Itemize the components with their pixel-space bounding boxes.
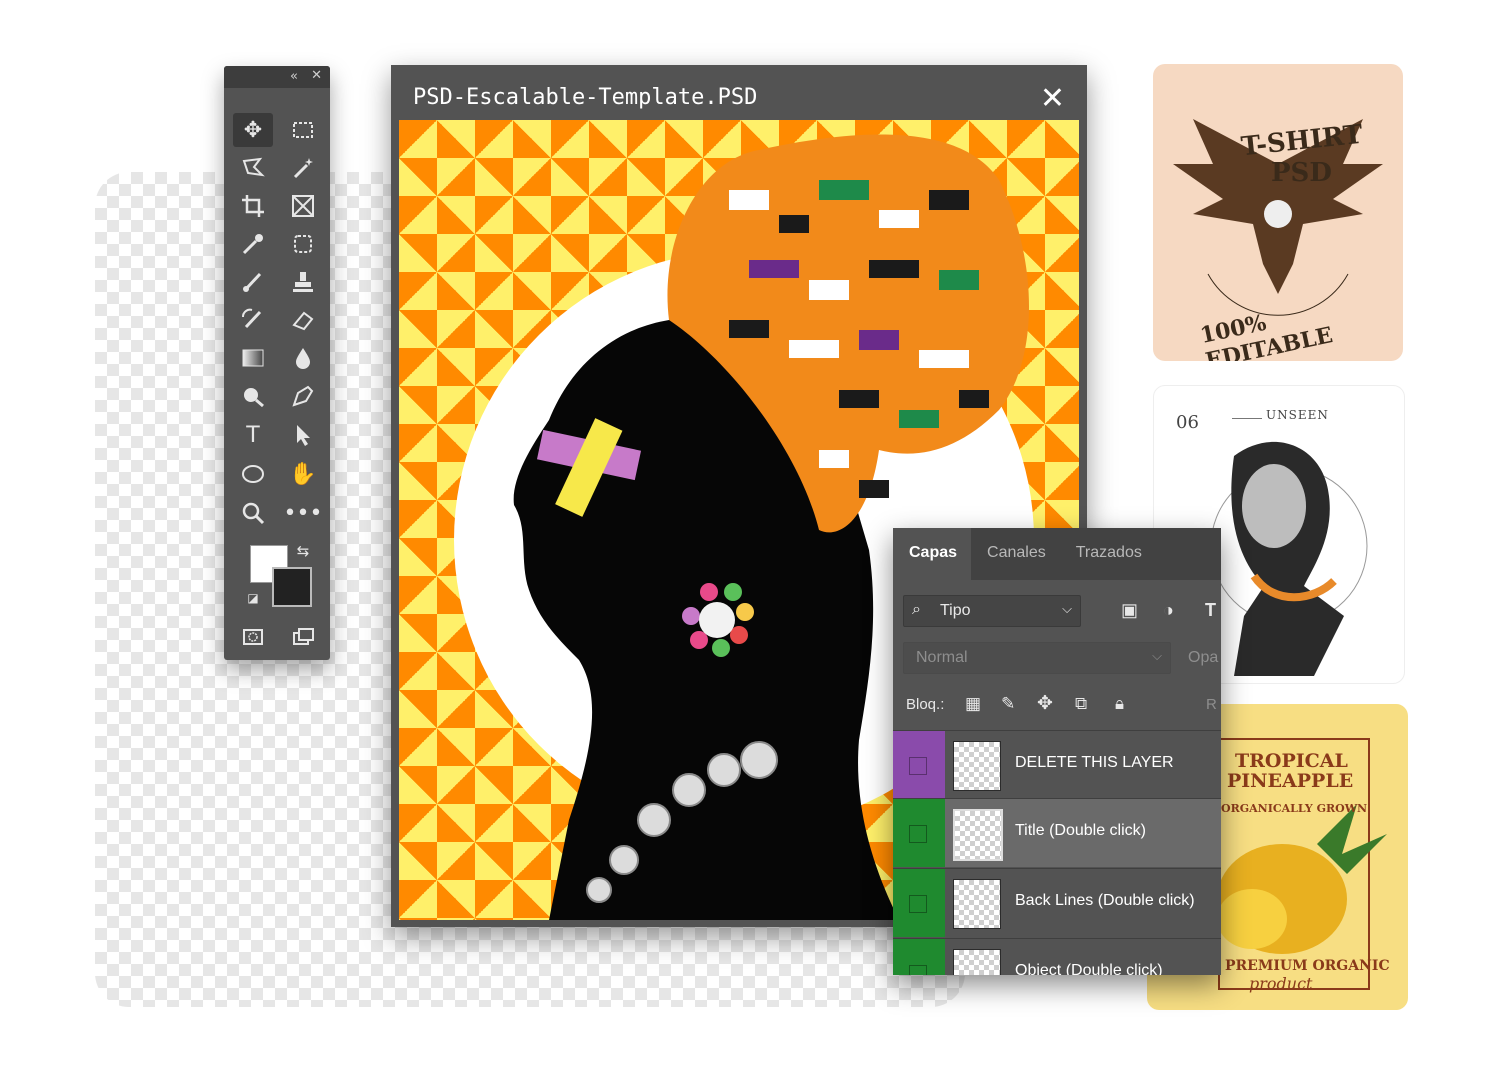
layer-row[interactable]: DELETE THIS LAYER — [893, 730, 1221, 799]
patch-tool-icon[interactable] — [283, 227, 323, 261]
search-icon: ⌕ — [912, 601, 921, 618]
magic-wand-tool-icon[interactable] — [283, 151, 323, 185]
filter-dropdown[interactable]: ⌕ Tipo ⌵ — [903, 595, 1081, 627]
tab-canales[interactable]: Canales — [971, 528, 1060, 580]
background-color-swatch[interactable] — [272, 567, 312, 607]
card-label: UNSEEN — [1266, 408, 1329, 422]
history-brush-tool-icon[interactable] — [233, 303, 273, 337]
layer-name: Object (Double click) — [1015, 962, 1163, 975]
layer-row[interactable]: Object (Double click) — [893, 938, 1221, 975]
blend-mode-value: Normal — [916, 649, 968, 666]
dodge-tool-icon[interactable] — [233, 379, 273, 413]
pineapple-footer: PREMIUM ORGANIC — [1225, 958, 1390, 974]
lasso-tool-icon[interactable] — [233, 151, 273, 185]
fill-label: R — [1206, 696, 1217, 713]
divider — [1232, 418, 1262, 419]
hand-tool-icon[interactable]: ✋ — [283, 457, 323, 491]
layer-name: Title (Double click) — [1015, 822, 1146, 839]
chevron-down-icon: ⌵ — [1152, 648, 1162, 663]
screen-mode-icon[interactable] — [283, 620, 323, 654]
layer-name: DELETE THIS LAYER — [1015, 754, 1174, 771]
close-icon[interactable]: ✕ — [1040, 81, 1065, 116]
tools-panel-header[interactable]: « ✕ — [224, 66, 330, 88]
chevron-down-icon: ⌵ — [1062, 601, 1072, 616]
layer-thumbnail — [953, 741, 1001, 791]
lock-paint-icon[interactable]: ✎ — [1001, 694, 1015, 714]
tshirt-subtitle: PSD — [1271, 158, 1332, 188]
pineapple-title-2: PINEAPPLE — [1227, 770, 1354, 792]
visibility-toggle[interactable] — [909, 757, 927, 775]
gradient-tool-icon[interactable] — [233, 341, 273, 375]
default-colors-icon[interactable]: ◪ — [238, 586, 268, 610]
blend-mode-dropdown[interactable]: Normal ⌵ — [903, 642, 1171, 674]
pen-tool-icon[interactable] — [283, 379, 323, 413]
brush-tool-icon[interactable] — [233, 265, 273, 299]
crop-tool-icon[interactable] — [233, 189, 273, 223]
filter-label: Tipo — [940, 602, 971, 619]
lock-position-icon[interactable]: ✥ — [1037, 692, 1053, 715]
path-selection-tool-icon[interactable] — [283, 418, 323, 452]
eraser-tool-icon[interactable] — [283, 303, 323, 337]
visibility-toggle[interactable] — [909, 965, 927, 975]
pineapple-footer-script: product — [1249, 974, 1313, 993]
layer-row-selected[interactable]: Title (Double click) — [893, 798, 1221, 867]
visibility-toggle[interactable] — [909, 825, 927, 843]
lock-label: Bloq.: — [906, 696, 945, 713]
layer-thumbnail — [953, 879, 1001, 929]
tab-trazados[interactable]: Trazados — [1060, 528, 1156, 580]
type-tool-icon[interactable]: T — [233, 418, 273, 452]
tab-capas[interactable]: Capas — [893, 528, 972, 580]
ellipse-tool-icon[interactable] — [233, 457, 273, 491]
layer-thumbnail — [953, 949, 1001, 975]
document-title: PSD-Escalable-Template.PSD — [413, 85, 758, 110]
marquee-tool-icon[interactable] — [283, 113, 323, 147]
layers-panel[interactable]: Capas Canales Trazados ⌕ Tipo ⌵ ▣ ◑ T No… — [893, 528, 1221, 975]
layer-row[interactable]: Back Lines (Double click) — [893, 868, 1221, 937]
opacity-label: Opa — [1188, 649, 1219, 666]
tshirt-template-card[interactable]: T-SHIRT PSD 100% EDITABLE — [1153, 64, 1403, 361]
close-icon[interactable]: ✕ — [311, 68, 322, 83]
stamp-tool-icon[interactable] — [283, 265, 323, 299]
image-filter-icon[interactable]: ▣ — [1121, 600, 1138, 621]
swap-colors-icon[interactable]: ⇆ — [285, 538, 321, 564]
layer-name: Back Lines (Double click) — [1015, 892, 1195, 909]
move-tool-icon[interactable]: ✥ — [233, 113, 273, 147]
pineapple-title-1: TROPICAL — [1235, 750, 1348, 772]
lock-all-icon[interactable]: 🔒︎ — [1115, 694, 1124, 714]
pineapple-subtitle: ORGANICALLY GROWN — [1221, 802, 1368, 815]
zoom-tool-icon[interactable] — [233, 496, 273, 530]
frame-tool-icon[interactable] — [283, 189, 323, 223]
quick-mask-icon[interactable] — [233, 620, 273, 654]
layer-thumbnail — [953, 809, 1003, 861]
eyedropper-tool-icon[interactable] — [233, 227, 273, 261]
lock-transparent-icon[interactable]: ▦ — [965, 694, 981, 714]
more-tools-icon[interactable]: ••• — [283, 496, 323, 530]
blur-tool-icon[interactable] — [283, 341, 323, 375]
panel-tabs: Capas Canales Trazados — [893, 528, 1221, 580]
adjustment-filter-icon[interactable]: ◑ — [1163, 600, 1174, 621]
type-filter-icon[interactable]: T — [1205, 600, 1216, 621]
collapse-icon[interactable]: « — [290, 69, 298, 84]
lock-artboard-icon[interactable]: ⧉ — [1075, 694, 1087, 714]
visibility-toggle[interactable] — [909, 895, 927, 913]
card-number: 06 — [1176, 412, 1199, 433]
